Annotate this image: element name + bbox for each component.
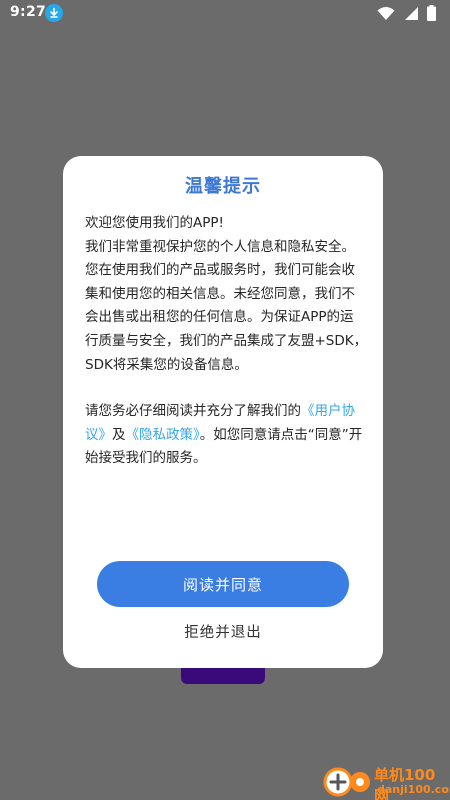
agree-button[interactable]: 阅读并同意 — [97, 561, 349, 607]
body-line: 您在使用我们的产品或服务时，我们可能会收 — [85, 262, 355, 279]
body-line: 行质量与安全，我们的产品集成了友盟+SDK， — [85, 332, 368, 349]
status-time: 9:27 — [10, 4, 47, 20]
battery-icon — [427, 5, 436, 21]
body-line: 欢迎您使用我们的APP! — [85, 215, 224, 231]
privacy-policy-link[interactable]: 《隐私政策》 — [126, 427, 200, 443]
body-line: 集和使用您的相关信息。未经您同意，我们不 — [85, 285, 355, 302]
status-icons — [377, 5, 436, 21]
status-bar: 9:27 — [0, 0, 450, 26]
watermark-domain: danji100.com — [377, 783, 450, 796]
watermark-logo-icon — [323, 767, 370, 797]
watermark: 单机100网 danji100.com — [322, 762, 450, 800]
notice-text-pre: 请您务必仔细阅读并充分了解我们的 — [85, 403, 301, 420]
refuse-button[interactable]: 拒绝并退出 — [63, 621, 383, 642]
notice-paragraph: 请您务必仔细阅读并充分了解我们的《用户协议》及《隐私政策》。如您同意请点击“同意… — [85, 400, 369, 471]
body-line: 我们非常重视保护您的个人信息和隐私安全。 — [85, 238, 355, 255]
download-icon — [45, 4, 63, 22]
dialog-body: 欢迎您使用我们的APP! 我们非常重视保护您的个人信息和隐私安全。 您在使用我们… — [85, 212, 369, 471]
body-line: SDK将采集您的设备信息。 — [85, 356, 248, 373]
wifi-icon — [377, 6, 395, 20]
dialog-title: 温馨提示 — [185, 176, 261, 197]
notice-text-and: 及 — [112, 426, 126, 443]
signal-icon — [405, 6, 418, 20]
body-line: 会出售或出租您的任何信息。为保证APP的运 — [85, 309, 354, 326]
privacy-dialog: 温馨提示 欢迎您使用我们的APP! 我们非常重视保护您的个人信息和隐私安全。 您… — [63, 156, 383, 668]
